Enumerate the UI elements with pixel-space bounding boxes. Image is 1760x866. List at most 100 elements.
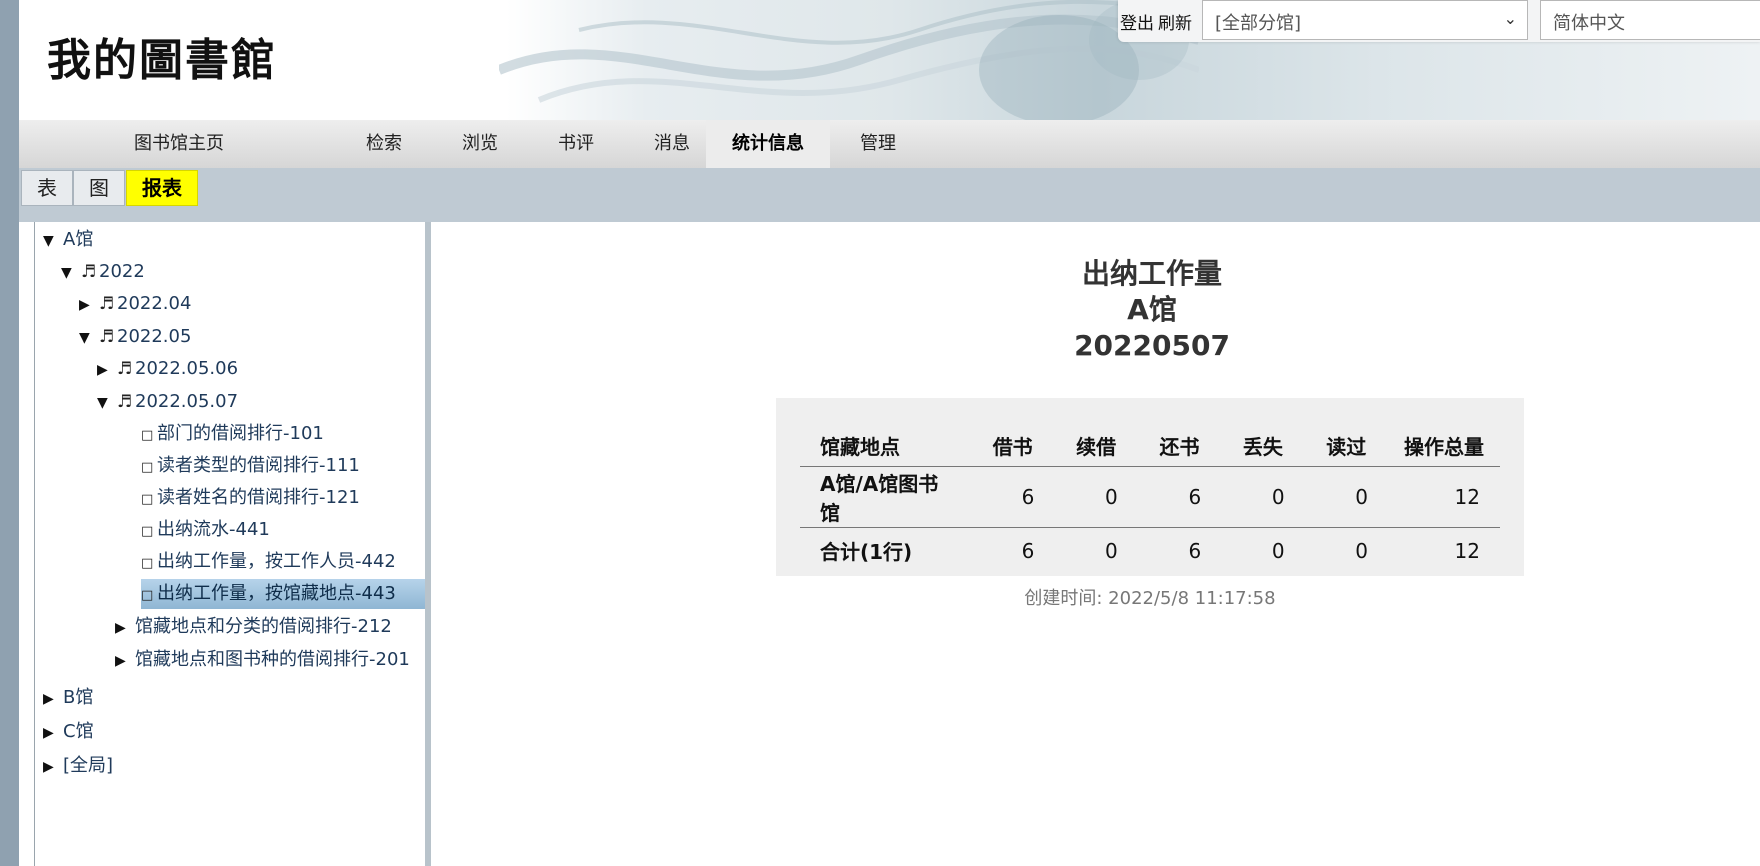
top-account-bar: 登出 刷新 [全部分馆] ⌄ 简体中文	[1118, 0, 1760, 42]
tree-node-2022-05-06[interactable]: ▶ ♬ 2022.05.06	[97, 354, 238, 384]
expand-toggle-icon[interactable]: ▶	[115, 613, 135, 643]
table-cell: 0	[1304, 466, 1388, 528]
tree-node-c-branch[interactable]: ▶ C馆	[43, 717, 94, 747]
report-title-line: A馆	[1127, 293, 1177, 326]
expand-toggle-icon[interactable]: ▶	[79, 290, 99, 320]
tree-node-label: [全局]	[63, 755, 114, 776]
tree-leaf-report-121[interactable]: □ 读者姓名的借阅排行-121	[141, 483, 360, 513]
tree-node-label: A馆	[63, 229, 94, 250]
tree-node-report-212[interactable]: ▶ 馆藏地点和分类的借阅排行-212	[115, 612, 392, 642]
statistics-subnav: 表 图 报表	[19, 168, 1760, 222]
logout-link[interactable]: 登出	[1120, 9, 1154, 34]
expand-toggle-icon[interactable]: ▼	[97, 388, 117, 418]
chevron-down-icon: ⌄	[1503, 9, 1517, 28]
table-cell: 0	[1355, 538, 1368, 563]
table-cell: 0	[1105, 538, 1118, 563]
table-cell: A馆/A馆图书馆	[800, 466, 971, 528]
tree-node-2022-04[interactable]: ▶ ♬ 2022.04	[79, 289, 191, 319]
report-title-line: 出纳工作量	[1081, 257, 1222, 290]
music-note-icon: ♬	[117, 392, 133, 412]
table-cell: 12	[1454, 538, 1480, 563]
tree-leaf-report-442[interactable]: □ 出纳工作量，按工作人员-442	[141, 547, 396, 577]
music-note-icon: ♬	[99, 327, 115, 347]
tree-leaf-report-101[interactable]: □ 部门的借阅排行-101	[141, 419, 324, 449]
refresh-link[interactable]: 刷新	[1158, 9, 1192, 34]
branch-select[interactable]: [全部分馆] ⌄	[1202, 0, 1528, 40]
tree-leaf-report-111[interactable]: □ 读者类型的借阅排行-111	[141, 451, 360, 481]
leaf-square-icon: □	[141, 428, 154, 443]
tree-node-label: 2022	[99, 261, 145, 282]
nav-item-browse[interactable]: 浏览	[435, 120, 525, 168]
column-header: 续借	[1054, 424, 1138, 467]
expand-toggle-icon[interactable]: ▶	[43, 718, 63, 748]
column-header: 馆藏地点	[800, 424, 971, 467]
tree-node-report-201[interactable]: ▶ 馆藏地点和图书种的借阅排行-201	[115, 645, 410, 675]
leaf-square-icon: □	[141, 524, 154, 539]
tree-node-2022-05[interactable]: ▼ ♬ 2022.05	[79, 322, 191, 352]
tree-node-label: 2022.05.06	[135, 358, 239, 379]
report-tree: ▼ A馆 ▼ ♬ 2022 ▶ ♬ 2022.04 ▼ ♬ 2022.05 ▶ ♬ 2022.05…	[34, 222, 431, 866]
main-nav: 图书馆主页 检索 浏览 书评 消息 统计信息 管理	[19, 120, 1760, 169]
header-decoration	[499, 0, 1199, 120]
nav-item-reviews[interactable]: 书评	[531, 120, 621, 168]
tree-node-label: 2022.05.07	[135, 391, 239, 412]
music-note-icon: ♬	[99, 294, 115, 314]
expand-toggle-icon[interactable]: ▶	[115, 646, 135, 676]
report-table: 馆藏地点 借书 续借 还书 丢失 读过 操作总量 A馆/A馆图书馆 6 0 6 …	[800, 424, 1500, 573]
tree-node-label: 部门的借阅排行-101	[157, 423, 324, 444]
expand-toggle-icon[interactable]: ▶	[43, 752, 63, 782]
column-header: 还书	[1137, 424, 1222, 467]
tree-node-global[interactable]: ▶ [全局]	[43, 751, 113, 781]
table-cell: 0	[1221, 466, 1305, 528]
tree-node-label: 出纳工作量，按工作人员-442	[157, 551, 396, 572]
expand-toggle-icon[interactable]: ▼	[79, 323, 99, 353]
report-created-time: 创建时间: 2022/5/8 11:17:58	[1024, 588, 1276, 609]
table-cell: 12	[1388, 466, 1500, 528]
tree-node-label: 馆藏地点和图书种的借阅排行-201	[135, 649, 410, 670]
tree-node-a-branch[interactable]: ▼ A馆	[43, 225, 93, 255]
leaf-square-icon: □	[141, 460, 154, 475]
tree-node-2022[interactable]: ▼ ♬ 2022	[61, 257, 145, 287]
tree-node-label: 2022.05	[117, 326, 192, 347]
table-cell: 6	[1188, 538, 1202, 563]
tab-table[interactable]: 表	[21, 170, 73, 206]
leaf-square-icon: □	[141, 556, 154, 571]
nav-item-statistics[interactable]: 统计信息	[706, 120, 830, 168]
table-cell: 6	[971, 466, 1055, 528]
column-header: 借书	[971, 424, 1055, 467]
tree-node-label: 2022.04	[117, 293, 192, 314]
tree-node-label: 读者姓名的借阅排行-121	[157, 487, 360, 508]
tab-report[interactable]: 报表	[126, 170, 198, 206]
tree-leaf-report-443[interactable]: □ 出纳工作量，按馆藏地点-443	[141, 579, 425, 609]
nav-item-home[interactable]: 图书馆主页	[79, 120, 279, 168]
language-select-value: 简体中文	[1553, 13, 1625, 34]
column-header: 读过	[1304, 424, 1388, 467]
branch-select-value: [全部分馆]	[1215, 13, 1302, 34]
nav-item-admin[interactable]: 管理	[833, 120, 923, 168]
music-note-icon: ♬	[117, 359, 133, 379]
tab-chart[interactable]: 图	[73, 170, 125, 206]
tree-node-2022-05-07[interactable]: ▼ ♬ 2022.05.07	[97, 387, 238, 417]
expand-toggle-icon[interactable]: ▼	[61, 258, 81, 288]
expand-toggle-icon[interactable]: ▶	[97, 355, 117, 385]
nav-item-messages[interactable]: 消息	[627, 120, 717, 168]
tree-leaf-report-441[interactable]: □ 出纳流水-441	[141, 515, 270, 545]
report-table-box: 馆藏地点 借书 续借 还书 丢失 读过 操作总量 A馆/A馆图书馆 6 0 6 …	[776, 398, 1524, 576]
expand-toggle-icon[interactable]: ▼	[43, 226, 63, 256]
report-title: 出纳工作量 A馆 20220507	[432, 256, 1760, 364]
table-row: A馆/A馆图书馆 6 0 6 0 0 12	[800, 466, 1500, 528]
tree-node-b-branch[interactable]: ▶ B馆	[43, 683, 93, 713]
tree-node-label: 出纳工作量，按馆藏地点-443	[157, 583, 396, 604]
table-row: 合计(1行) 6 0 6 0 0 12	[800, 528, 1500, 574]
table-header-row: 馆藏地点 借书 续借 还书 丢失 读过 操作总量	[800, 424, 1500, 467]
site-logo: 我的圖書館	[47, 35, 277, 86]
music-note-icon: ♬	[81, 262, 97, 282]
nav-item-search[interactable]: 检索	[339, 120, 429, 168]
column-header: 丢失	[1221, 424, 1305, 467]
expand-toggle-icon[interactable]: ▶	[43, 684, 63, 714]
language-select[interactable]: 简体中文	[1540, 0, 1760, 40]
table-cell: 6	[1137, 466, 1222, 528]
tree-node-label: 读者类型的借阅排行-111	[157, 455, 360, 476]
report-title-line: 20220507	[1074, 329, 1230, 362]
table-cell: 0	[1271, 538, 1285, 563]
